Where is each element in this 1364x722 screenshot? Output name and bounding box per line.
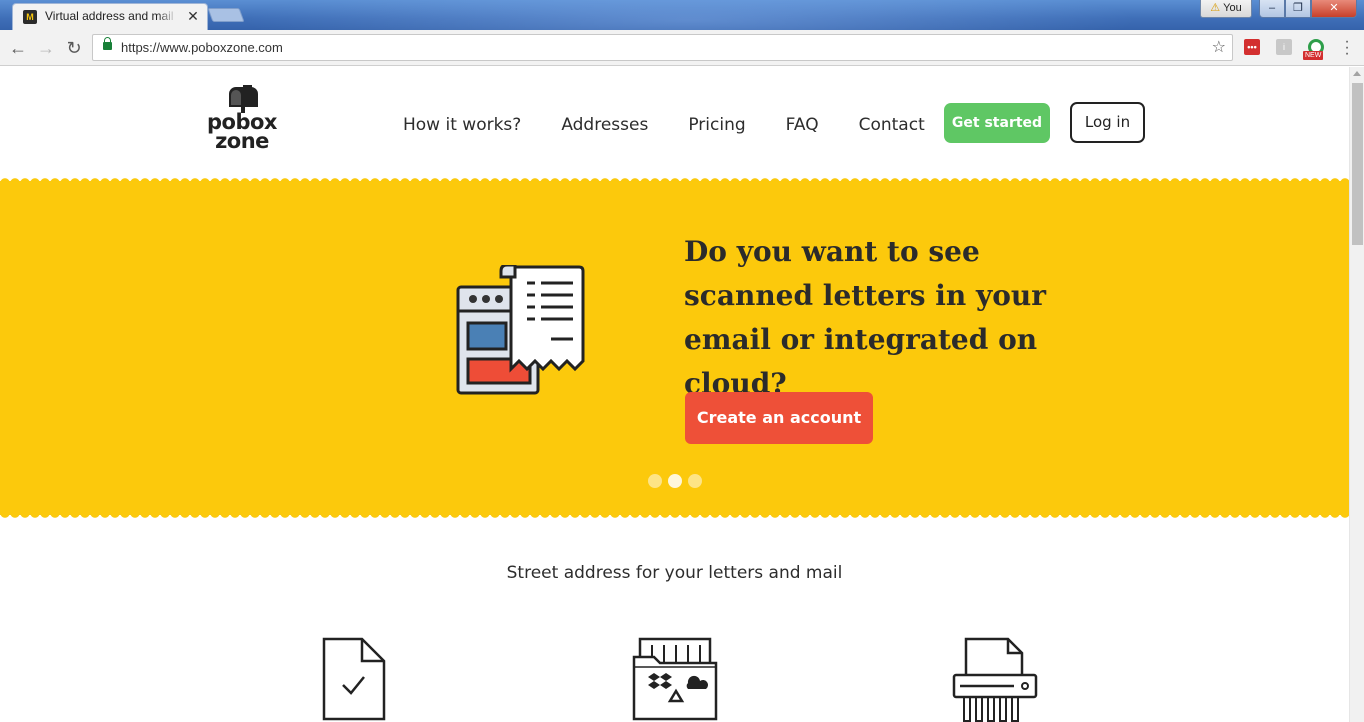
browser-titlebar: M Virtual address and mail ✕ ⚠ You – ❐ ✕ bbox=[0, 0, 1364, 30]
nav-faq[interactable]: FAQ bbox=[786, 115, 819, 135]
site-favicon-icon: M bbox=[23, 10, 37, 24]
get-started-button[interactable]: Get started bbox=[944, 103, 1050, 143]
profile-label: You bbox=[1223, 2, 1242, 14]
carousel-dot-3[interactable] bbox=[688, 474, 702, 488]
mailbox-icon bbox=[229, 85, 258, 113]
page-scrollbar[interactable] bbox=[1349, 67, 1364, 722]
create-account-button[interactable]: Create an account bbox=[685, 392, 873, 444]
profile-button[interactable]: ⚠ You bbox=[1200, 0, 1252, 18]
address-bar[interactable]: https://www.poboxzone.com ☆ bbox=[92, 34, 1233, 61]
document-check-icon bbox=[322, 637, 386, 721]
shredder-icon bbox=[952, 637, 1038, 722]
url-text[interactable]: https://www.poboxzone.com bbox=[121, 40, 283, 55]
nav-pricing[interactable]: Pricing bbox=[688, 115, 745, 135]
browser-menu-icon[interactable]: · · · bbox=[1342, 34, 1352, 62]
nav-addresses[interactable]: Addresses bbox=[561, 115, 648, 135]
extension-new-badge: NEW bbox=[1303, 51, 1324, 60]
page-viewport: pobox zone How it works? Addresses Prici… bbox=[0, 67, 1349, 722]
close-window-button[interactable]: ✕ bbox=[1311, 0, 1357, 18]
hero-scallop-bottom bbox=[0, 513, 1349, 521]
browser-toolbar: ← → ↻ https://www.poboxzone.com ☆ ••• i … bbox=[0, 30, 1364, 66]
carousel-dots bbox=[648, 474, 702, 488]
tab-close-icon[interactable]: ✕ bbox=[185, 8, 201, 24]
carousel-dot-2[interactable] bbox=[668, 474, 682, 488]
features-subtitle: Street address for your letters and mail bbox=[506, 563, 843, 583]
forward-arrow-icon[interactable]: → bbox=[35, 37, 57, 59]
new-tab-button[interactable] bbox=[207, 8, 245, 22]
cloud-folder-icon bbox=[632, 637, 718, 721]
main-nav: How it works? Addresses Pricing FAQ Cont… bbox=[403, 115, 965, 135]
nav-contact[interactable]: Contact bbox=[859, 115, 925, 135]
carousel-dot-1[interactable] bbox=[648, 474, 662, 488]
logo-wordmark: pobox zone bbox=[203, 112, 281, 153]
extension-info-icon[interactable]: i bbox=[1276, 39, 1292, 55]
scroll-up-icon[interactable] bbox=[1353, 71, 1361, 76]
browser-tab[interactable]: M Virtual address and mail ✕ bbox=[12, 3, 208, 30]
minimize-button[interactable]: – bbox=[1259, 0, 1285, 18]
pobox-zone-logo[interactable]: pobox zone bbox=[203, 83, 281, 159]
back-arrow-icon[interactable]: ← bbox=[7, 37, 29, 59]
lock-icon bbox=[103, 37, 112, 50]
window-controls: – ❐ ✕ bbox=[1259, 0, 1357, 18]
hero-banner: Do you want to see scanned letters in yo… bbox=[0, 175, 1349, 521]
extension-red-icon[interactable]: ••• bbox=[1244, 39, 1260, 55]
tab-title: Virtual address and mail bbox=[45, 9, 174, 23]
logo-line-2: zone bbox=[215, 129, 269, 153]
scrollbar-thumb[interactable] bbox=[1352, 83, 1363, 245]
site-header: pobox zone How it works? Addresses Prici… bbox=[0, 67, 1349, 181]
scanner-receipt-icon bbox=[456, 265, 585, 395]
hero-title: Do you want to see scanned letters in yo… bbox=[684, 235, 1047, 400]
log-in-button[interactable]: Log in bbox=[1070, 102, 1145, 143]
warning-icon: ⚠ bbox=[1210, 2, 1221, 14]
bookmark-star-icon[interactable]: ☆ bbox=[1212, 37, 1226, 57]
hero-scallop-top bbox=[0, 175, 1349, 183]
maximize-button[interactable]: ❐ bbox=[1285, 0, 1311, 18]
nav-how-it-works[interactable]: How it works? bbox=[403, 115, 521, 135]
reload-icon[interactable]: ↻ bbox=[63, 37, 85, 59]
